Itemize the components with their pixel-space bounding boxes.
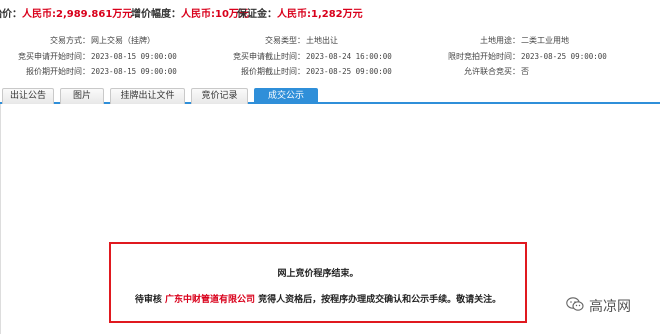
price-summary-bar: 起始价：人民币:2,989.861万元 增价幅度：人民币:10万元 保证金：人民… [0,0,660,30]
quote-start-value: 2023-08-15 09:00:00 [91,67,177,76]
tab-listing-documents[interactable]: 挂牌出让文件 [110,88,185,104]
increment-label: 增价幅度： [131,9,181,20]
notice-line-1: 网上竞价程序结束。 [277,269,359,279]
info-row: 交易方式： 网上交易（挂牌） 交易类型： 土地出让 土地用途： 二类工业用地 [0,34,660,48]
deposit-label: 保证金： [237,9,277,20]
joint-bid-value: 否 [521,67,529,76]
info-row: 报价期开始时间： 2023-08-15 09:00:00 报价期截止时间： 20… [0,65,660,79]
result-notice-box: 网上竞价程序结束。 待审核 广东中财管道有限公司 竞得人资格后，按程序办理成交确… [109,242,527,323]
deposit-value: 人民币:1,282万元 [277,9,363,20]
watermark-text: 高凉网 [589,299,631,315]
apply-end-label: 竞买申请截止时间： [233,52,305,61]
start-price-value: 人民币:2,989.861万元 [22,9,133,20]
source-watermark: 高凉网 [566,296,631,316]
quote-end-value: 2023-08-25 09:00:00 [306,67,392,76]
trade-method-value: 网上交易（挂牌） [91,36,155,45]
apply-start-value: 2023-08-15 09:00:00 [91,52,177,61]
increment: 增价幅度：人民币:10万元 [131,0,249,30]
start-price: 起始价：人民币:2,989.861万元 [0,0,132,30]
listing-info-grid: 交易方式： 网上交易（挂牌） 交易类型： 土地出让 土地用途： 二类工业用地 竞… [0,30,660,80]
deposit: 保证金：人民币:1,282万元 [237,0,363,30]
trade-type-label: 交易类型： [265,36,305,45]
timed-bid-start-value: 2023-08-25 09:00:00 [521,52,607,61]
notice-prefix: 待审核 [134,295,162,305]
quote-end-label: 报价期截止时间： [241,67,305,76]
detail-tabs: 出让公告 图片 挂牌出让文件 竞价记录 成交公示 [0,88,660,104]
land-use-label: 土地用途： [480,36,520,45]
notice-line-2: 待审核 广东中财管道有限公司 竞得人资格后，按程序办理成交确认和公示手续。敬请关… [111,292,525,305]
apply-start-label: 竞买申请开始时间： [18,52,90,61]
trade-type-value: 土地出让 [306,36,338,45]
joint-bid-label: 允许联合竞买： [464,67,520,76]
start-price-label: 起始价： [0,9,22,20]
apply-end-value: 2023-08-24 16:00:00 [306,52,392,61]
notice-suffix: 竞得人资格后，按程序办理成交确认和公示手续。敬请关注。 [258,295,502,305]
trade-method-label: 交易方式： [50,36,90,45]
tab-bid-records[interactable]: 竞价记录 [191,88,248,104]
tab-images[interactable]: 图片 [60,88,104,104]
land-use-value: 二类工业用地 [521,36,569,45]
winning-company-name: 广东中财管道有限公司 [164,295,255,305]
wechat-icon [566,296,584,316]
tab-transfer-announcement[interactable]: 出让公告 [2,88,54,104]
timed-bid-start-label: 限时竞拍开始时间： [448,52,520,61]
quote-start-label: 报价期开始时间： [26,67,90,76]
tab-deal-publicity[interactable]: 成交公示 [254,88,318,104]
info-row: 竞买申请开始时间： 2023-08-15 09:00:00 竞买申请截止时间： … [0,50,660,64]
